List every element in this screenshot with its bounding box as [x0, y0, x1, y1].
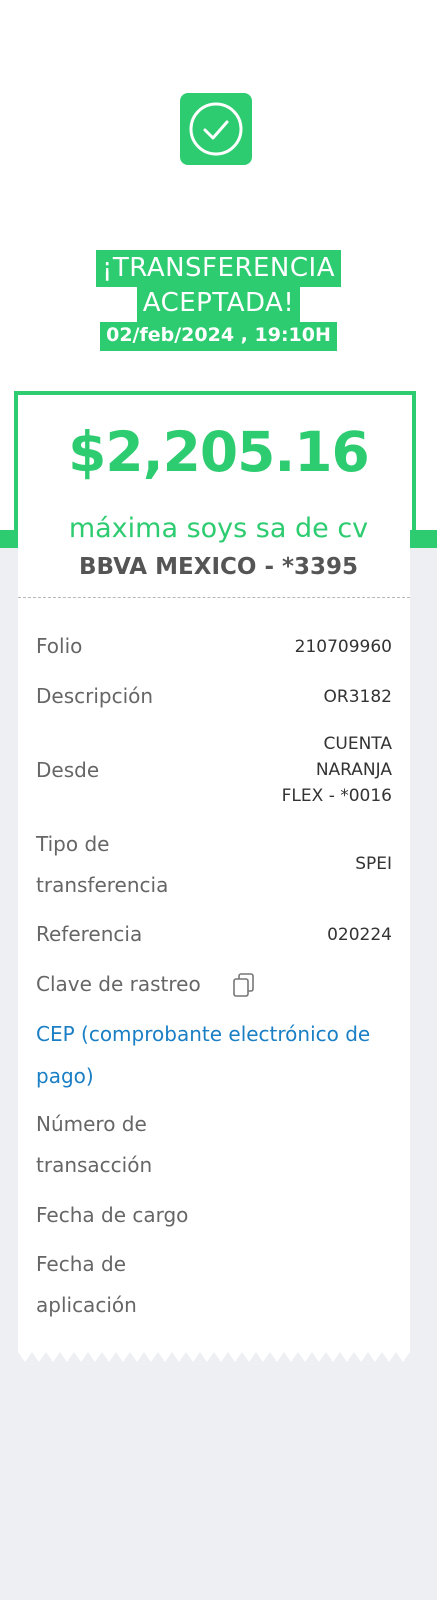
- desde-value-line2: NARANJA: [315, 760, 392, 780]
- cep-link[interactable]: CEP (comprobante electrónico de pago): [36, 1013, 396, 1097]
- status-title: ¡TRANSFERENCIA ACEPTADA! 02/feb/2024 , 1…: [0, 250, 437, 351]
- desde-value-line3: FLEX - *0016: [281, 786, 392, 806]
- status-title-line2: ACEPTADA!: [136, 287, 301, 322]
- recipient-bank: BBVA MEXICO - *3395: [78, 554, 359, 580]
- recipient-name: máxima soys sa de cv: [68, 513, 369, 544]
- referencia-label: Referencia: [36, 922, 143, 946]
- copy-icon[interactable]: [232, 972, 256, 998]
- dashed-divider: [18, 597, 410, 598]
- clave-rastreo-label: Clave de rastreo: [36, 972, 201, 996]
- tipo-label: Tipo de transferencia: [36, 824, 168, 906]
- desde-value-line1: CUENTA: [323, 734, 392, 754]
- descripcion-label: Descripción: [36, 684, 154, 708]
- fecha-aplicacion-label: Fecha de aplicación: [36, 1244, 137, 1326]
- folio-label: Folio: [36, 634, 83, 658]
- status-title-line1: ¡TRANSFERENCIA: [96, 250, 341, 287]
- tipo-value: SPEI: [355, 854, 392, 874]
- fecha-aplicacion-label-line2: aplicación: [36, 1293, 137, 1317]
- descripcion-value: OR3182: [323, 687, 392, 707]
- numero-transaccion-label: Número de transacción: [36, 1104, 152, 1186]
- check-circle-icon: [180, 93, 252, 165]
- tipo-label-line1: Tipo de: [36, 832, 110, 856]
- numero-label-line2: transacción: [36, 1153, 153, 1177]
- cep-link-line2: pago): [36, 1064, 94, 1088]
- receipt-zigzag-edge: [18, 1352, 410, 1362]
- transfer-amount: $2,205.16: [68, 420, 370, 484]
- status-datetime: 02/feb/2024 , 19:10H: [100, 322, 337, 351]
- desde-value: CUENTA NARANJA FLEX - *0016: [282, 731, 392, 809]
- fecha-aplicacion-label-line1: Fecha de: [36, 1252, 126, 1276]
- tipo-label-line2: transferencia: [36, 873, 169, 897]
- numero-label-line1: Número de: [36, 1112, 147, 1136]
- desde-label: Desde: [36, 758, 100, 782]
- referencia-value: 020224: [327, 925, 392, 945]
- fecha-cargo-label: Fecha de cargo: [36, 1203, 189, 1227]
- cep-link-line1: CEP (comprobante electrónico de: [36, 1022, 371, 1046]
- folio-value: 210709960: [294, 637, 392, 657]
